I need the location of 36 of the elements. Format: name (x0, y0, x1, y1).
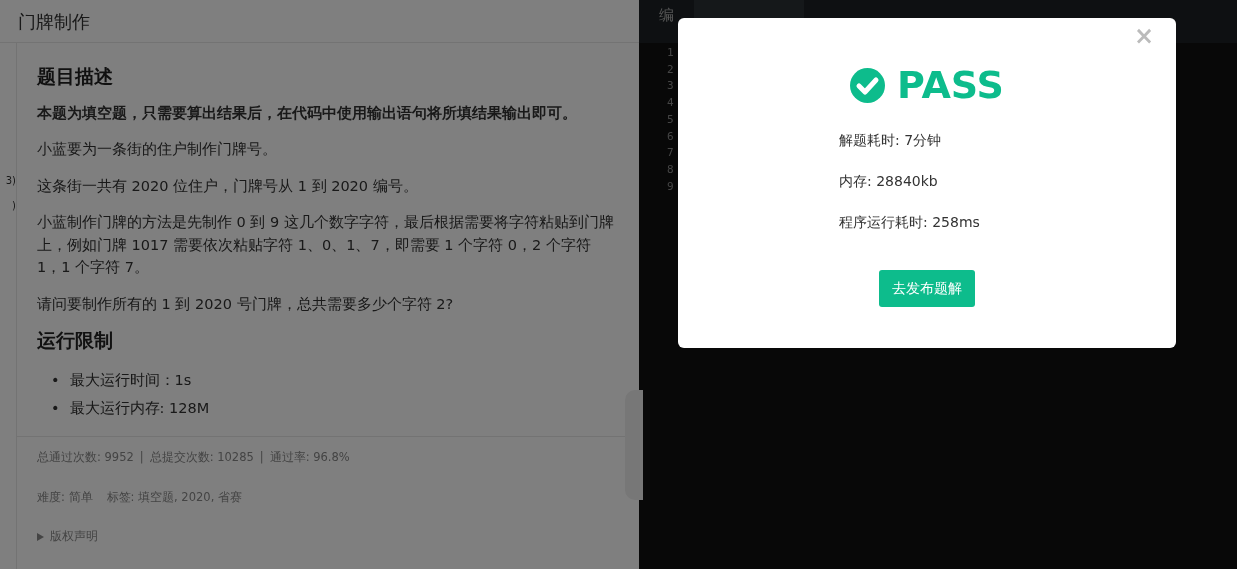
line-number: 2 (667, 61, 675, 78)
collapse-handle[interactable] (625, 390, 643, 500)
section-heading: 运行限制 (37, 329, 114, 352)
line-number: 5 (667, 111, 675, 128)
result-status: PASS (897, 66, 1004, 104)
bullet-mark: • (51, 399, 60, 419)
section-heading: 题目描述 (37, 65, 114, 88)
stat-text: 总提交次数: 10285 (149, 449, 254, 467)
line-number: 4 (667, 95, 675, 112)
paragraph: 小蓝制作门牌的方法是先制作 0 到 9 这几个数字字符，最后根据需要将字符粘贴到门牌上，例如门牌 1017 需要依次粘贴字符 1、0、1、7，即需要 1 个字符 0，2 个字符 1，1 个字符 7。 (37, 213, 615, 278)
line-number: 8 (667, 161, 675, 178)
result-detail: 解题耗时: 7分钟 (839, 131, 943, 150)
result-detail: 程序运行耗时: 258ms (839, 213, 980, 232)
problem-title: 门牌制作 (0, 0, 639, 43)
result-detail: 内存: 28840kb (839, 172, 939, 191)
paragraph: 请问要制作所有的 1 到 2020 号门牌，总共需要多少个字符 2? (37, 294, 455, 314)
bullet-mark: • (51, 370, 60, 390)
limit-item: 最大运行内存: 128M (69, 399, 210, 419)
line-number: 1 (667, 45, 675, 61)
line-number: 7 (667, 145, 675, 162)
line-number: 9 (667, 178, 675, 195)
close-button[interactable]: × (1133, 24, 1154, 48)
line-number: 3 (667, 78, 675, 95)
line-number: 6 (667, 128, 675, 145)
publish-solution-button[interactable]: 去发布题解 (879, 270, 975, 307)
language-label: 编 (659, 5, 674, 26)
separator: | (259, 449, 264, 467)
notice-text: 本题为填空题，只需要算出结果后，在代码中使用输出语句将所填结果输出即可。 (37, 103, 578, 123)
paragraph: 这条街一共有 2020 位住户，门牌号从 1 到 2020 编号。 (37, 176, 419, 196)
sidebar-text: ) (12, 199, 16, 213)
limit-item: 最大运行时间：1s (69, 370, 192, 390)
expand-icon[interactable] (37, 532, 44, 541)
paragraph: 小蓝要为一条街的住户制作门牌号。 (37, 140, 278, 160)
check-circle-icon (850, 67, 886, 103)
separator: | (139, 449, 144, 467)
sidebar-text: 3) (5, 174, 16, 188)
